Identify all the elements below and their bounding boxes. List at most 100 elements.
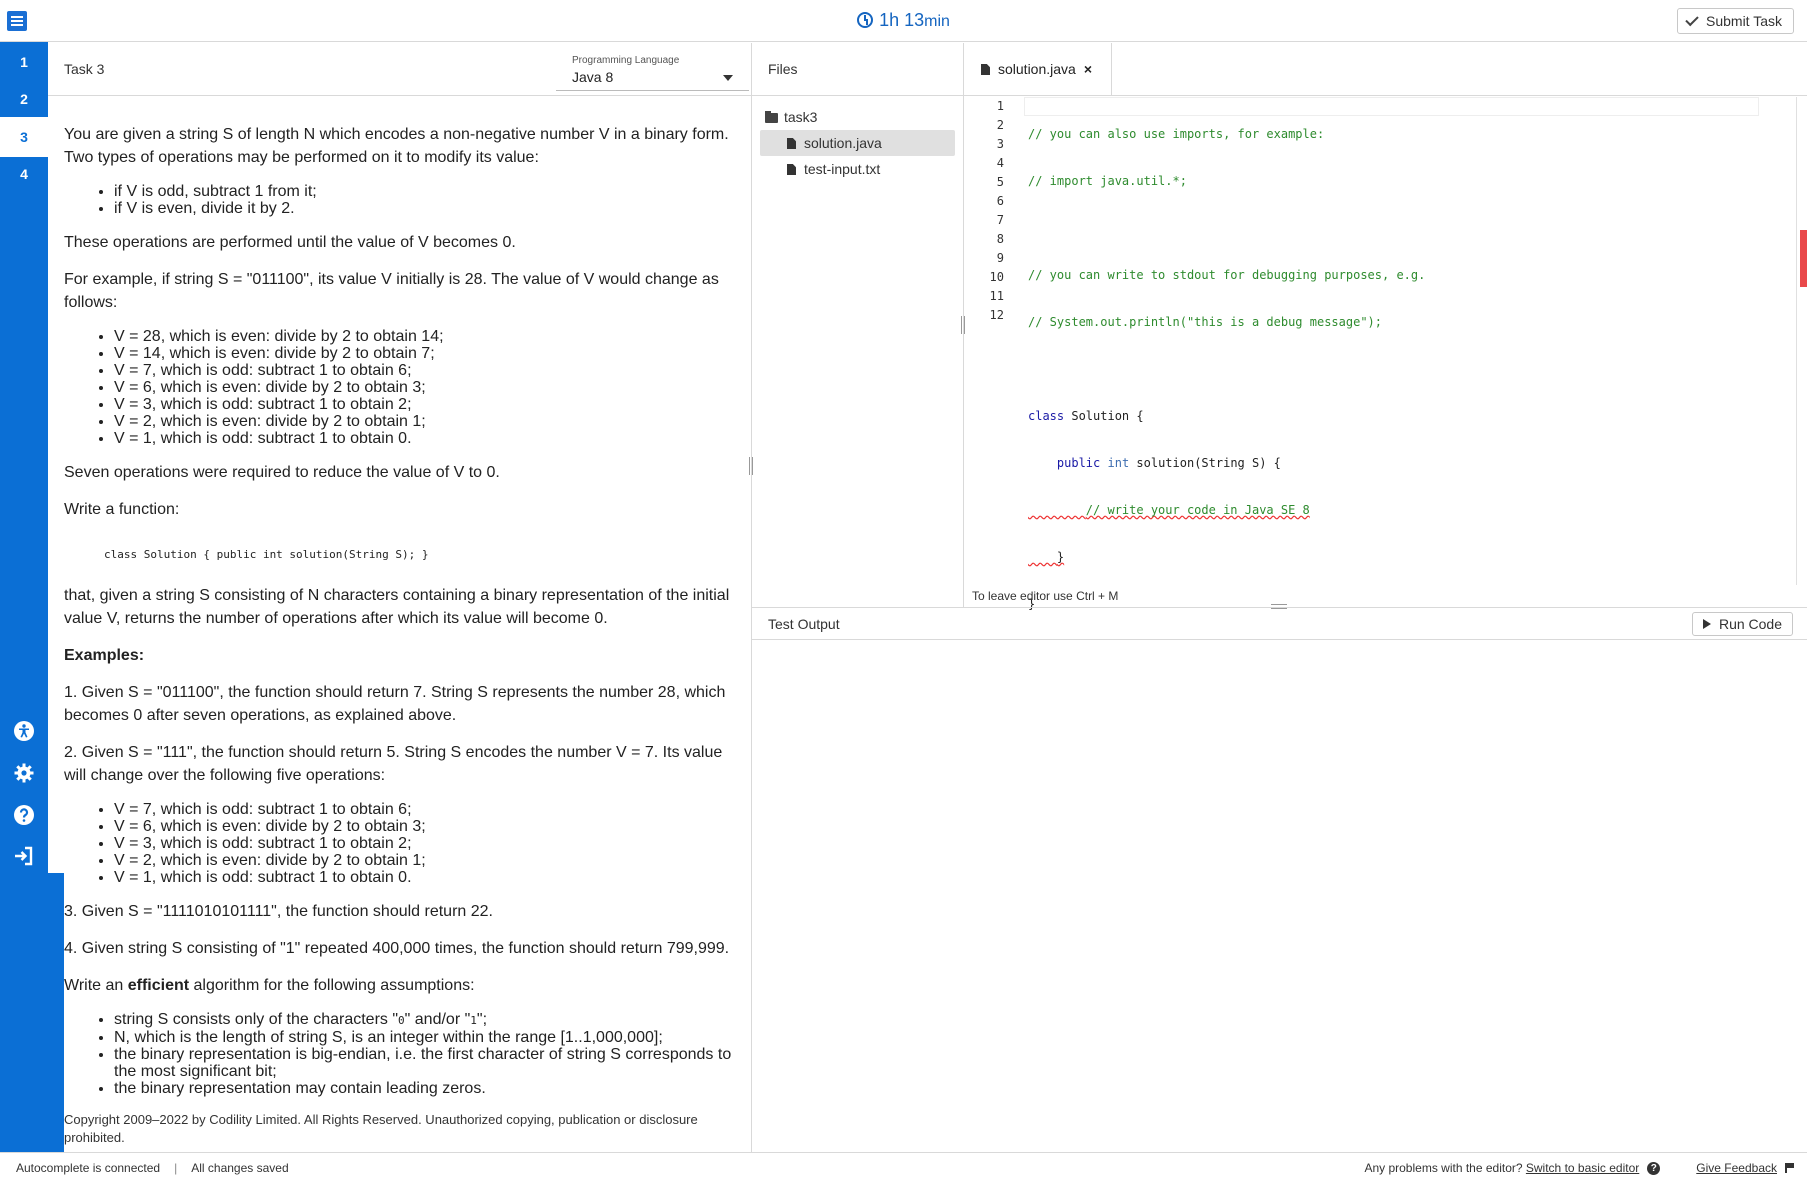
file-tree: task3 solution.java test-input.txt [760, 104, 955, 182]
list-item: the binary representation is big-endian,… [114, 1046, 744, 1080]
programming-language-value: Java 8 [572, 69, 614, 85]
timer-unit: min [924, 13, 950, 30]
code-editor[interactable]: 1 2 3 4 5 6 7 8 9 10 11 12 // you can al… [964, 97, 1807, 611]
save-status: All changes saved [191, 1161, 289, 1175]
help-icon[interactable] [13, 804, 35, 826]
task-until: These operations are performed until the… [64, 234, 516, 251]
editor-tab-bar: solution.java × [964, 43, 1807, 96]
list-item: string S consists only of the characters… [114, 1011, 744, 1029]
efficient-prefix: Write an [64, 977, 128, 994]
list-item: N, which is the length of string S, is a… [114, 1029, 744, 1046]
sign-out-icon[interactable] [13, 845, 35, 867]
folder-task3[interactable]: task3 [760, 104, 955, 130]
task-nav-1[interactable]: 1 [0, 42, 48, 82]
list-item: the binary representation may contain le… [114, 1080, 744, 1097]
line-number: 7 [996, 213, 1004, 227]
programming-language-select[interactable]: Programming Language Java 8 [556, 51, 749, 91]
check-icon [1685, 12, 1699, 27]
switch-basic-editor-link[interactable]: Switch to basic editor [1526, 1161, 1639, 1175]
clock-icon [857, 12, 874, 28]
code-line-9: // write your code in Java SE 8 [1028, 501, 1425, 520]
submit-task-label: Submit Task [1706, 13, 1782, 29]
task-nav-3[interactable]: 3 [0, 117, 48, 157]
close-icon[interactable]: × [1084, 61, 1092, 77]
assumption-1-suffix: "; [476, 1011, 488, 1028]
settings-icon[interactable] [13, 762, 35, 784]
example-intro: For example, if string S = "011100", its… [64, 271, 719, 311]
line-number: 11 [989, 289, 1004, 303]
editor-scrollbar[interactable] [1796, 97, 1797, 585]
status-right: Any problems with the editor? Switch to … [1364, 1161, 1794, 1175]
run-code-label: Run Code [1718, 616, 1782, 632]
keyword: class [1028, 409, 1065, 423]
line-number: 5 [996, 175, 1004, 189]
seven-ops-text: Seven operations were required to reduce… [64, 464, 500, 481]
accessibility-icon[interactable] [13, 720, 35, 742]
list-item: V = 7, which is odd: subtract 1 to obtai… [114, 362, 744, 379]
task-files-divider [751, 43, 752, 1152]
list-item: V = 6, which is even: divide by 2 to obt… [114, 379, 744, 396]
code-text: } [1056, 550, 1065, 564]
efficient-word: efficient [127, 977, 190, 994]
task-sidebar: 1 2 3 4 [0, 42, 64, 1178]
file-icon [787, 164, 796, 175]
efficient-suffix: algorithm for the following assumptions: [189, 977, 475, 994]
example-steps-list: V = 28, which is even: divide by 2 to ob… [114, 328, 744, 447]
code-text: Solution { [1064, 409, 1144, 423]
that-given-text: that, given a string S consisting of N c… [64, 587, 730, 627]
code-line-8: public int solution(String S) { [1028, 454, 1425, 473]
line-number: 3 [996, 137, 1004, 151]
chevron-down-icon [723, 75, 733, 81]
list-item: V = 6, which is even: divide by 2 to obt… [114, 818, 744, 835]
file-solution-java[interactable]: solution.java [760, 130, 955, 156]
write-function-text: Write a function: [64, 501, 180, 518]
efficient-text: Write an efficient algorithm for the fol… [64, 974, 744, 997]
status-bar: Autocomplete is connected | All changes sa… [0, 1152, 1807, 1182]
tab-solution-java[interactable]: solution.java × [964, 43, 1112, 96]
flag-icon [1785, 1163, 1794, 1173]
file-label: test-input.txt [804, 161, 881, 177]
list-item: V = 3, which is odd: subtract 1 to obtai… [114, 835, 744, 852]
assumptions-list: string S consists only of the characters… [114, 1011, 744, 1097]
list-item: V = 7, which is odd: subtract 1 to obtai… [114, 801, 744, 818]
copyright: Copyright 2009–2022 by Codility Limited.… [64, 1112, 698, 1145]
play-icon [1702, 619, 1711, 629]
list-item: V = 28, which is even: divide by 2 to ob… [114, 328, 744, 345]
list-item: V = 1, which is odd: subtract 1 to obtai… [114, 430, 744, 447]
examples-heading: Examples: [64, 647, 145, 664]
tab-label: solution.java [998, 61, 1076, 77]
problems-text: Any problems with the editor? [1364, 1161, 1523, 1175]
operations-list: if V is odd, subtract 1 from it; if V is… [114, 183, 744, 217]
file-icon [981, 64, 990, 75]
type-keyword: int [1107, 456, 1130, 470]
task-panel-resize-handle[interactable] [749, 457, 753, 475]
programming-language-label: Programming Language [572, 55, 680, 66]
example-3: 3. Given S = "1111010101111", the functi… [64, 903, 493, 920]
run-code-button[interactable]: Run Code [1691, 612, 1793, 636]
example-2: 2. Given S = "111", the function should … [64, 744, 723, 784]
task-description: You are given a string S of length N whi… [64, 96, 744, 1151]
autocomplete-status: Autocomplete is connected [16, 1161, 161, 1175]
submit-task-button[interactable]: Submit Task [1677, 8, 1794, 34]
assumption-1-mid: " and/or " [404, 1011, 471, 1028]
test-output-title: Test Output [768, 616, 840, 632]
line-number: 9 [996, 251, 1004, 265]
line-number: 2 [996, 118, 1004, 132]
folder-label: task3 [784, 109, 818, 125]
keyword: public [1056, 456, 1101, 470]
code-line-2: // import java.util.*; [1028, 174, 1187, 188]
line-number: 4 [996, 156, 1004, 170]
help-circle-icon[interactable]: ? [1647, 1161, 1661, 1175]
list-item: V = 2, which is even: divide by 2 to obt… [114, 852, 744, 869]
folder-open-icon [765, 111, 778, 123]
function-signature: class Solution { public int solution(Str… [104, 548, 429, 561]
list-item: V = 14, which is even: divide by 2 to ob… [114, 345, 744, 362]
file-test-input-txt[interactable]: test-input.txt [760, 156, 955, 182]
task-nav-2[interactable]: 2 [0, 79, 48, 119]
list-item: V = 1, which is odd: subtract 1 to obtai… [114, 869, 744, 886]
files-title: Files [768, 61, 798, 77]
give-feedback-link[interactable]: Give Feedback [1696, 1161, 1777, 1175]
task-nav-4[interactable]: 4 [0, 154, 48, 194]
